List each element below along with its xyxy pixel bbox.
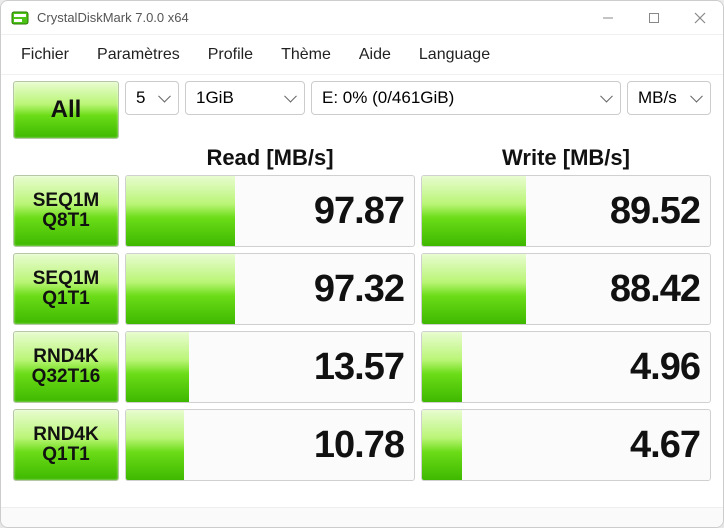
run-all-button[interactable]: All [13, 81, 119, 139]
write-cell: 89.52 [421, 175, 711, 247]
drive-select[interactable] [311, 81, 621, 115]
read-cell: 13.57 [125, 331, 415, 403]
run-test-button[interactable]: RND4KQ1T1 [13, 409, 119, 481]
test-label-1: RND4K [33, 347, 98, 367]
app-window: CrystalDiskMark 7.0.0 x64 Fichier Paramè… [0, 0, 724, 528]
write-cell: 88.42 [421, 253, 711, 325]
menu-file[interactable]: Fichier [7, 40, 83, 70]
statusbar [1, 507, 723, 527]
write-value: 89.52 [610, 176, 700, 246]
run-all-label: All [51, 97, 82, 122]
read-value: 13.57 [314, 332, 404, 402]
maximize-button[interactable] [631, 1, 677, 35]
write-cell: 4.96 [421, 331, 711, 403]
column-headers: Read [MB/s] Write [MB/s] [1, 139, 723, 175]
test-label-2: Q1T1 [42, 289, 90, 309]
write-value: 88.42 [610, 254, 700, 324]
write-bar [422, 254, 526, 324]
menu-theme[interactable]: Thème [267, 40, 345, 70]
read-cell: 97.87 [125, 175, 415, 247]
test-label-2: Q1T1 [42, 445, 90, 465]
result-row: SEQ1MQ1T1 97.32 88.42 [13, 253, 711, 325]
menu-language[interactable]: Language [405, 40, 504, 70]
write-bar [422, 332, 462, 402]
result-row: SEQ1MQ8T1 97.87 89.52 [13, 175, 711, 247]
controls-row: All [1, 75, 723, 139]
size-select[interactable] [185, 81, 305, 115]
menu-help[interactable]: Aide [345, 40, 405, 70]
write-value: 4.96 [630, 332, 700, 402]
write-value: 4.67 [630, 410, 700, 480]
write-bar [422, 176, 526, 246]
read-bar [126, 332, 189, 402]
test-label-2: Q8T1 [42, 211, 90, 231]
minimize-button[interactable] [585, 1, 631, 35]
close-icon [694, 12, 706, 24]
maximize-icon [648, 12, 660, 24]
run-test-button[interactable]: SEQ1MQ8T1 [13, 175, 119, 247]
test-label-1: SEQ1M [33, 269, 100, 289]
result-row: RND4KQ32T16 13.57 4.96 [13, 331, 711, 403]
window-title: CrystalDiskMark 7.0.0 x64 [37, 10, 585, 25]
close-button[interactable] [677, 1, 723, 35]
runs-select[interactable] [125, 81, 179, 115]
read-bar [126, 176, 235, 246]
test-label-2: Q32T16 [32, 367, 101, 387]
read-value: 97.32 [314, 254, 404, 324]
read-cell: 97.32 [125, 253, 415, 325]
minimize-icon [602, 12, 614, 24]
test-label-1: RND4K [33, 425, 98, 445]
menubar: Fichier Paramètres Profile Thème Aide La… [1, 35, 723, 75]
read-cell: 10.78 [125, 409, 415, 481]
results-grid: SEQ1MQ8T197.8789.52SEQ1MQ1T197.3288.42RN… [1, 175, 723, 507]
menu-profile[interactable]: Profile [194, 40, 267, 70]
test-label-1: SEQ1M [33, 191, 100, 211]
read-bar [126, 410, 184, 480]
read-header: Read [MB/s] [125, 145, 415, 171]
unit-select[interactable] [627, 81, 711, 115]
result-row: RND4KQ1T1 10.78 4.67 [13, 409, 711, 481]
write-bar [422, 410, 462, 480]
read-bar [126, 254, 235, 324]
titlebar: CrystalDiskMark 7.0.0 x64 [1, 1, 723, 35]
run-test-button[interactable]: SEQ1MQ1T1 [13, 253, 119, 325]
read-value: 97.87 [314, 176, 404, 246]
run-test-button[interactable]: RND4KQ32T16 [13, 331, 119, 403]
app-icon [11, 9, 29, 27]
write-cell: 4.67 [421, 409, 711, 481]
write-header: Write [MB/s] [421, 145, 711, 171]
menu-settings[interactable]: Paramètres [83, 40, 194, 70]
read-value: 10.78 [314, 410, 404, 480]
